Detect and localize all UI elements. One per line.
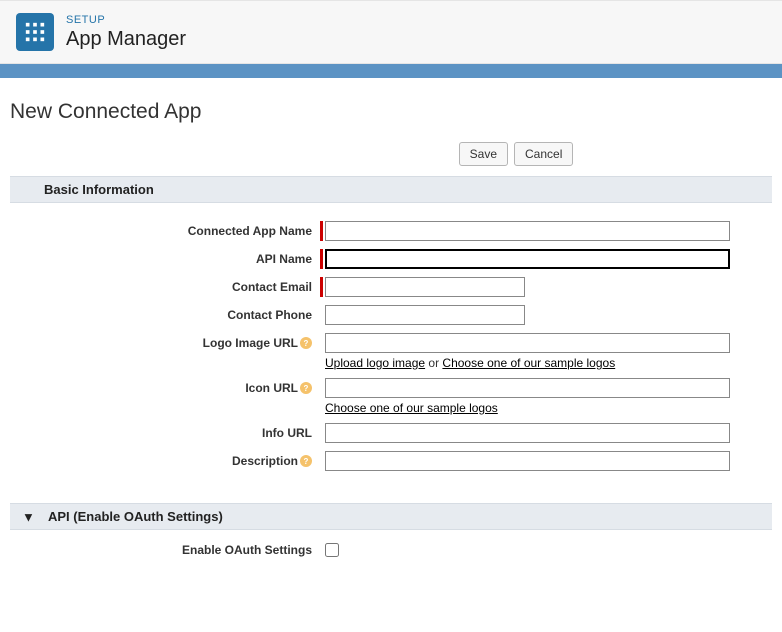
section-api-oauth[interactable]: ▼ API (Enable OAuth Settings) (10, 503, 772, 530)
header-text: SETUP App Manager (66, 14, 186, 51)
section-basic-information: Basic Information (10, 176, 772, 203)
label-api-name: API Name (20, 249, 320, 266)
action-buttons: Save Cancel (10, 142, 772, 166)
row-info-url: Info URL (20, 423, 762, 443)
info-url-input[interactable] (325, 423, 730, 443)
description-input[interactable] (325, 451, 730, 471)
icon-url-input[interactable] (325, 378, 730, 398)
label-connected-app-name: Connected App Name (20, 221, 320, 238)
contact-email-input[interactable] (325, 277, 525, 297)
api-name-input[interactable] (325, 249, 730, 269)
label-logo-image-url: Logo Image URL (203, 336, 298, 350)
help-icon[interactable]: ? (300, 455, 312, 467)
required-indicator (320, 249, 323, 269)
required-indicator (320, 277, 323, 297)
cancel-button[interactable]: Cancel (514, 142, 573, 166)
contact-phone-input[interactable] (325, 305, 525, 325)
row-contact-phone: Contact Phone (20, 305, 762, 325)
page-title: New Connected App (10, 100, 772, 124)
helper-or: or (425, 356, 442, 370)
required-indicator (320, 221, 323, 241)
connected-app-name-input[interactable] (325, 221, 730, 241)
section-title: Basic Information (44, 182, 154, 197)
grid-icon (24, 21, 46, 43)
row-icon-url: Icon URL ? Choose one of our sample logo… (20, 378, 762, 415)
decorative-strip (0, 64, 782, 78)
app-launcher-icon[interactable] (16, 13, 54, 51)
row-connected-app-name: Connected App Name (20, 221, 762, 241)
chevron-down-icon: ▼ (22, 509, 35, 524)
enable-oauth-checkbox[interactable] (325, 543, 339, 557)
label-description: Description (232, 454, 298, 468)
label-icon-url: Icon URL (245, 381, 298, 395)
row-api-name: API Name (20, 249, 762, 269)
setup-header: SETUP App Manager (0, 0, 782, 64)
help-icon[interactable]: ? (300, 382, 312, 394)
logo-helper: Upload logo image or Choose one of our s… (325, 356, 615, 370)
label-info-url: Info URL (20, 423, 320, 440)
label-contact-email: Contact Email (20, 277, 320, 294)
choose-sample-icon-link[interactable]: Choose one of our sample logos (325, 401, 498, 415)
icon-helper: Choose one of our sample logos (325, 401, 498, 415)
row-logo-image-url: Logo Image URL ? Upload logo image or Ch… (20, 333, 762, 370)
row-description: Description ? (20, 451, 762, 471)
save-button[interactable]: Save (459, 142, 508, 166)
label-contact-phone: Contact Phone (20, 305, 320, 322)
header-title: App Manager (66, 28, 186, 51)
row-contact-email: Contact Email (20, 277, 762, 297)
upload-logo-link[interactable]: Upload logo image (325, 356, 425, 370)
basic-information-form: Connected App Name API Name Contact Emai… (10, 203, 772, 503)
section-title: API (Enable OAuth Settings) (48, 509, 223, 524)
header-eyebrow: SETUP (66, 14, 186, 26)
row-enable-oauth: Enable OAuth Settings (20, 540, 762, 560)
choose-sample-logo-link[interactable]: Choose one of our sample logos (442, 356, 615, 370)
help-icon[interactable]: ? (300, 337, 312, 349)
label-enable-oauth: Enable OAuth Settings (20, 540, 320, 557)
logo-image-url-input[interactable] (325, 333, 730, 353)
api-oauth-form: Enable OAuth Settings (10, 530, 772, 592)
